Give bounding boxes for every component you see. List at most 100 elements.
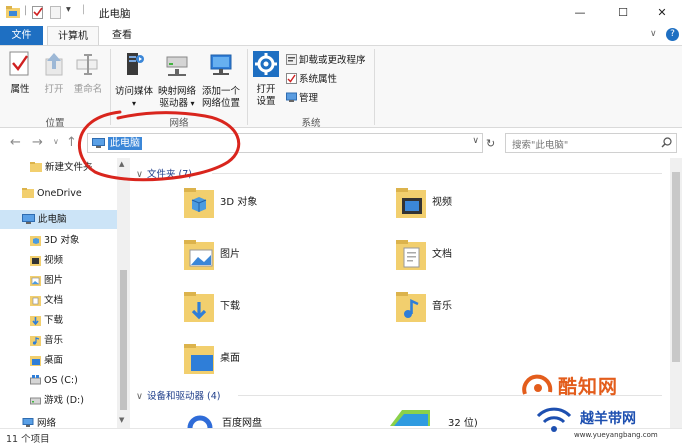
- group-divider: [374, 49, 375, 125]
- recent-locations-button[interactable]: ∨: [53, 137, 59, 146]
- manage-button[interactable]: 管理: [286, 92, 318, 105]
- add-location-label-1: 添加一个: [201, 86, 240, 97]
- tab-file[interactable]: 文件: [0, 26, 43, 45]
- minimize-button[interactable]: —: [560, 0, 600, 24]
- up-button[interactable]: ↑: [66, 135, 77, 150]
- navigation-scrollbar[interactable]: ▲ ▼: [117, 158, 130, 428]
- address-dropdown-icon[interactable]: ∨: [472, 136, 479, 146]
- device-tile-drive[interactable]: 32 位): [388, 406, 598, 428]
- devices-section-header[interactable]: ∨ 设备和驱动器 (4): [136, 388, 220, 402]
- system-properties-button[interactable]: 系统属性: [286, 73, 337, 86]
- collapse-chevron-icon[interactable]: ∨: [136, 169, 143, 180]
- scroll-down-icon[interactable]: ▼: [119, 416, 124, 424]
- nav-item-new-folder[interactable]: 新建文件夹: [0, 158, 117, 177]
- device-label: 百度网盘: [222, 418, 262, 428]
- nav-item-documents[interactable]: 文档: [0, 291, 117, 310]
- refresh-button[interactable]: ↻: [486, 137, 495, 150]
- properties-checkmark-icon[interactable]: [32, 6, 44, 22]
- documents-folder-icon: [396, 240, 426, 270]
- folder-label: 视频: [432, 197, 452, 208]
- settings-label-2: 设置: [256, 96, 276, 107]
- content-scrollbar[interactable]: [670, 158, 682, 428]
- close-button[interactable]: ✕: [642, 0, 682, 24]
- nav-item-music[interactable]: 音乐: [0, 331, 117, 350]
- folder-tile-3d-objects[interactable]: 3D 对象: [182, 186, 392, 232]
- downloads-folder-icon: [184, 292, 214, 322]
- folder-label: 桌面: [220, 353, 240, 364]
- network-drive-icon: [155, 51, 199, 83]
- section-divider: [212, 173, 662, 174]
- computer-icon: [22, 214, 35, 224]
- ribbon-tab-row: 文件 计算机 查看 ∨ ?: [0, 26, 682, 45]
- address-row: ← → ∨ ↑ 此电脑 ∨ ↻ 搜索"此电脑": [0, 128, 682, 158]
- videos-folder-icon: [396, 188, 426, 218]
- folder-tile-desktop[interactable]: 桌面: [182, 342, 392, 388]
- folder-tile-music[interactable]: 音乐: [394, 290, 604, 336]
- collapse-chevron-icon[interactable]: ∨: [136, 391, 143, 402]
- nav-item-drive-d[interactable]: 游戏 (D:): [0, 391, 117, 410]
- navigation-scroll-thumb[interactable]: [120, 270, 127, 410]
- content-scroll-thumb[interactable]: [672, 172, 680, 362]
- quick-access-dropdown-icon[interactable]: ▾: [66, 4, 71, 15]
- tab-view[interactable]: 查看: [103, 26, 141, 45]
- help-icon[interactable]: ?: [666, 28, 679, 41]
- nav-item-onedrive[interactable]: OneDrive: [0, 184, 117, 203]
- open-label: 打开: [44, 84, 64, 95]
- computer-manage-icon: [286, 92, 297, 102]
- device-tile-baidu-netdisk[interactable]: 百度网盘: [186, 410, 396, 428]
- group-divider: [247, 49, 248, 125]
- status-bar: 11 个项目: [0, 428, 682, 444]
- folder-tile-pictures[interactable]: 图片: [182, 238, 392, 284]
- scroll-up-icon[interactable]: ▲: [119, 160, 124, 168]
- nav-item-desktop[interactable]: 桌面: [0, 351, 117, 370]
- uninstall-label: 卸载或更改程序: [299, 55, 366, 66]
- open-settings-button[interactable]: 打开 设置: [251, 51, 281, 108]
- tab-computer[interactable]: 计算机: [47, 26, 99, 45]
- nav-item-this-pc[interactable]: 此电脑: [0, 210, 117, 229]
- search-icon[interactable]: [661, 137, 672, 151]
- forward-button[interactable]: →: [32, 135, 43, 150]
- folder-tile-downloads[interactable]: 下载: [182, 290, 392, 336]
- ribbon-collapse-icon[interactable]: ∨: [650, 29, 657, 39]
- folder-tile-videos[interactable]: 视频: [394, 186, 604, 232]
- videos-icon: [30, 256, 41, 266]
- properties-button[interactable]: 属性: [5, 51, 35, 96]
- search-box[interactable]: 搜索"此电脑": [505, 133, 677, 153]
- open-button[interactable]: 打开: [39, 51, 69, 96]
- location-group-label: 位置: [45, 118, 65, 129]
- properties-label: 属性: [10, 84, 30, 95]
- system-properties-label: 系统属性: [299, 74, 338, 85]
- add-location-label-2: 网络位置: [201, 98, 240, 109]
- folder-label: 图片: [220, 249, 240, 260]
- address-path-text[interactable]: 此电脑: [108, 137, 142, 150]
- drive-icon: [30, 397, 41, 405]
- onedrive-folder-icon: [22, 188, 34, 198]
- address-bar[interactable]: 此电脑 ∨: [87, 133, 483, 153]
- map-network-drive-button[interactable]: 映射网络 驱动器 ▾: [155, 51, 199, 110]
- rename-button[interactable]: 重命名: [70, 51, 106, 96]
- title-bar: | ▾ | 此电脑 — ☐ ✕: [0, 0, 682, 26]
- map-drive-label-2: 驱动器: [159, 98, 188, 109]
- uninstall-program-button[interactable]: 卸载或更改程序: [286, 54, 366, 67]
- folder-tile-documents[interactable]: 文档: [394, 238, 604, 284]
- maximize-button[interactable]: ☐: [603, 0, 643, 24]
- folders-section-header[interactable]: ∨ 文件夹 (7): [136, 166, 192, 180]
- nav-item-drive-c[interactable]: OS (C:): [0, 371, 117, 390]
- search-input[interactable]: 搜索"此电脑": [512, 137, 568, 151]
- nav-item-videos[interactable]: 视频: [0, 251, 117, 270]
- folder-label: 3D 对象: [220, 197, 258, 208]
- nav-item-3d-objects[interactable]: 3D 对象: [0, 231, 117, 250]
- back-button[interactable]: ←: [10, 135, 21, 150]
- baidu-netdisk-icon: [187, 415, 213, 428]
- nav-item-pictures[interactable]: 图片: [0, 271, 117, 290]
- computer-icon: [92, 138, 105, 152]
- content-area: ∨ 文件夹 (7) 3D 对象 视频 图片 文档 下载 音乐 桌面 ∨ 设备和驱动器…: [130, 158, 670, 428]
- access-media-button[interactable]: 访问媒体 ▾: [112, 51, 156, 110]
- add-network-location-button[interactable]: 添加一个 网络位置: [199, 51, 243, 110]
- new-folder-quick-icon[interactable]: [50, 6, 61, 22]
- nav-item-network[interactable]: 网络: [0, 414, 117, 428]
- item-count: 11 个项目: [6, 434, 50, 444]
- nav-item-downloads[interactable]: 下载: [0, 311, 117, 330]
- window-title: 此电脑: [99, 8, 131, 20]
- folder-label: 下载: [220, 301, 240, 312]
